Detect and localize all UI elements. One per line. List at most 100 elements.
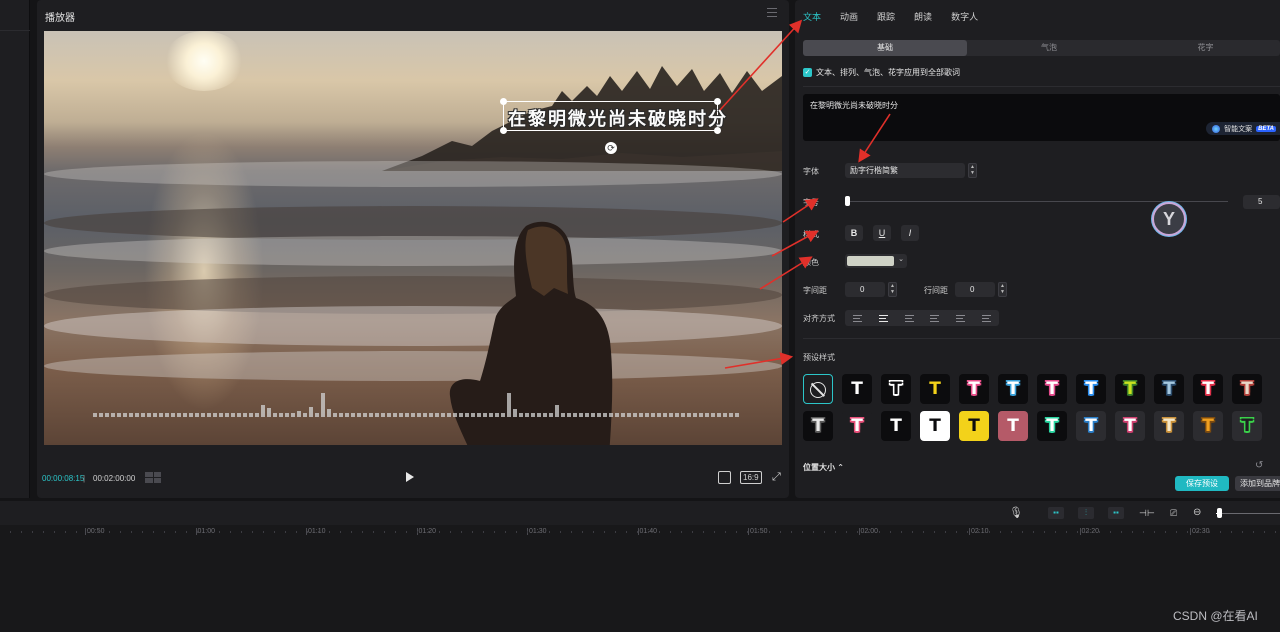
audio-bar <box>147 413 151 417</box>
zoom-slider-track[interactable] <box>1216 513 1280 514</box>
audio-bar <box>309 407 313 417</box>
font-stepper[interactable]: ▲ ▼ <box>968 163 977 178</box>
preset-style-item[interactable]: T <box>881 411 911 441</box>
subtab-fancy-text[interactable]: 花字 <box>1131 40 1280 56</box>
save-preset-button[interactable]: 保存预设 <box>1175 476 1229 491</box>
align-vertical-bottom-icon[interactable] <box>973 310 999 326</box>
preset-style-item[interactable]: T <box>803 411 833 441</box>
audio-bar <box>615 413 619 417</box>
preset-style-item[interactable]: T <box>920 411 950 441</box>
align-center-icon[interactable] <box>871 310 897 326</box>
audio-bar <box>609 413 613 417</box>
preset-style-item[interactable]: T <box>842 411 872 441</box>
fullscreen-icon[interactable]: ⤢ <box>772 471 781 483</box>
subtab-basic[interactable]: 基础 <box>803 40 967 56</box>
audio-bar <box>729 413 733 417</box>
ai-copywriting-button[interactable]: 智能文案 BETA <box>1206 122 1280 135</box>
subtitle-icon[interactable]: ⎚ <box>1170 507 1177 519</box>
preset-style-item[interactable]: T <box>1154 374 1184 404</box>
align-vertical-top-icon[interactable] <box>922 310 948 326</box>
overlay-text[interactable]: 在黎明微光尚未破晓时分 <box>508 105 728 131</box>
char-spacing-input[interactable]: 0 <box>845 282 885 297</box>
rotate-icon[interactable]: ⟳ <box>605 142 617 154</box>
preset-style-item[interactable]: T <box>1154 411 1184 441</box>
tab-text[interactable]: 文本 <box>803 10 821 23</box>
text-selection-box[interactable]: 在黎明微光尚未破晓时分 <box>500 98 726 134</box>
tab-tracking[interactable]: 跟踪 <box>877 10 895 23</box>
current-time: 00:00:08:15 <box>42 474 85 483</box>
preset-style-item[interactable]: T <box>1115 374 1145 404</box>
audio-bar <box>189 413 193 417</box>
audio-bar <box>525 413 529 417</box>
microphone-icon[interactable]: 🎙 <box>1009 507 1023 519</box>
preset-style-item[interactable]: T <box>959 374 989 404</box>
preset-style-item[interactable]: T <box>1037 374 1067 404</box>
preset-none-icon[interactable] <box>803 374 833 404</box>
preset-style-item[interactable]: T <box>1232 411 1262 441</box>
preset-style-item[interactable]: T <box>1076 411 1106 441</box>
line-spacing-input[interactable]: 0 <box>955 282 995 297</box>
linkage-icon[interactable]: ▪▪ <box>1108 507 1124 519</box>
video-preview[interactable]: 在黎明微光尚未破晓时分 ⟳ <box>44 31 782 445</box>
fit-screen-icon[interactable] <box>718 471 731 484</box>
italic-button[interactable]: I <box>901 225 919 241</box>
main-track-magnet-icon[interactable]: ▪▪ <box>1048 507 1064 519</box>
position-size-header[interactable]: 位置大小 ⌃ <box>803 462 844 473</box>
audio-bar <box>291 413 295 417</box>
preset-style-item[interactable]: T <box>998 374 1028 404</box>
align-vertical-center-icon[interactable] <box>948 310 974 326</box>
zoom-slider-thumb[interactable] <box>1217 508 1222 518</box>
size-input[interactable]: 5 <box>1243 195 1280 209</box>
preset-style-item[interactable]: T <box>1193 374 1223 404</box>
preset-style-item[interactable]: T <box>842 374 872 404</box>
preset-style-item[interactable]: T <box>1037 411 1067 441</box>
char-spacing-stepper[interactable]: ▲ ▼ <box>888 282 897 297</box>
font-select[interactable]: 励字行楷简繁 <box>845 163 965 178</box>
tab-read-aloud[interactable]: 朗读 <box>914 10 932 23</box>
apply-all-checkbox[interactable]: ✓ 文本、排列、气泡、花字应用到全部歌词 <box>803 67 960 78</box>
time-ruler[interactable]: 00:5001:0001:1001:2001:3001:4001:5002:00… <box>0 525 1280 541</box>
auto-snap-icon[interactable]: ⫶ <box>1078 507 1094 519</box>
preset-style-item[interactable]: T <box>1193 411 1223 441</box>
text-content-value[interactable]: 在黎明微光尚未破晓时分 <box>810 101 898 110</box>
preset-style-item[interactable]: T <box>959 411 989 441</box>
line-spacing-stepper[interactable]: ▲ ▼ <box>998 282 1007 297</box>
subtab-bubble[interactable]: 气泡 <box>967 40 1131 56</box>
color-swatch[interactable] <box>847 256 894 266</box>
preset-style-item[interactable]: T <box>1076 374 1106 404</box>
play-button[interactable] <box>406 472 414 482</box>
player-menu-icon[interactable] <box>767 8 777 17</box>
ai-icon <box>1212 124 1221 133</box>
audio-bar <box>171 413 175 417</box>
align-right-icon[interactable] <box>896 310 922 326</box>
add-to-brand-button[interactable]: 添加到品牌 <box>1235 476 1280 491</box>
align-left-icon[interactable] <box>845 310 871 326</box>
preset-style-item[interactable]: T <box>998 411 1028 441</box>
color-picker[interactable]: ⌄ <box>845 254 907 268</box>
audio-bar <box>315 413 319 417</box>
audio-bar <box>531 413 535 417</box>
zoom-out-icon[interactable]: ⊖ <box>1193 507 1201 519</box>
preset-style-item[interactable]: T <box>1232 374 1262 404</box>
bold-button[interactable]: B <box>845 225 863 241</box>
player-title: 播放器 <box>45 13 75 24</box>
checkbox-checked-icon[interactable]: ✓ <box>803 68 812 77</box>
reset-icon[interactable]: ↺ <box>1255 460 1263 471</box>
chevron-down-icon[interactable]: ⌄ <box>898 255 904 263</box>
size-slider-thumb[interactable] <box>845 196 850 206</box>
grid-icon[interactable] <box>145 472 161 483</box>
tab-digital-human[interactable]: 数字人 <box>951 10 978 23</box>
resize-handle[interactable] <box>714 98 721 105</box>
aspect-ratio-button[interactable]: 16:9 <box>740 471 762 484</box>
preview-axis-icon[interactable]: ⊣⊢ <box>1139 507 1155 519</box>
audio-bar <box>633 413 637 417</box>
preset-style-item[interactable]: T <box>1115 411 1145 441</box>
resize-handle[interactable] <box>500 98 507 105</box>
preset-style-item[interactable]: T <box>881 374 911 404</box>
preset-style-item[interactable]: T <box>920 374 950 404</box>
resize-handle[interactable] <box>500 127 507 134</box>
tab-animation[interactable]: 动画 <box>840 10 858 23</box>
underline-button[interactable]: U <box>873 225 891 241</box>
text-content-field[interactable]: 在黎明微光尚未破晓时分 智能文案 BETA <box>803 94 1280 141</box>
resize-handle[interactable] <box>714 127 721 134</box>
